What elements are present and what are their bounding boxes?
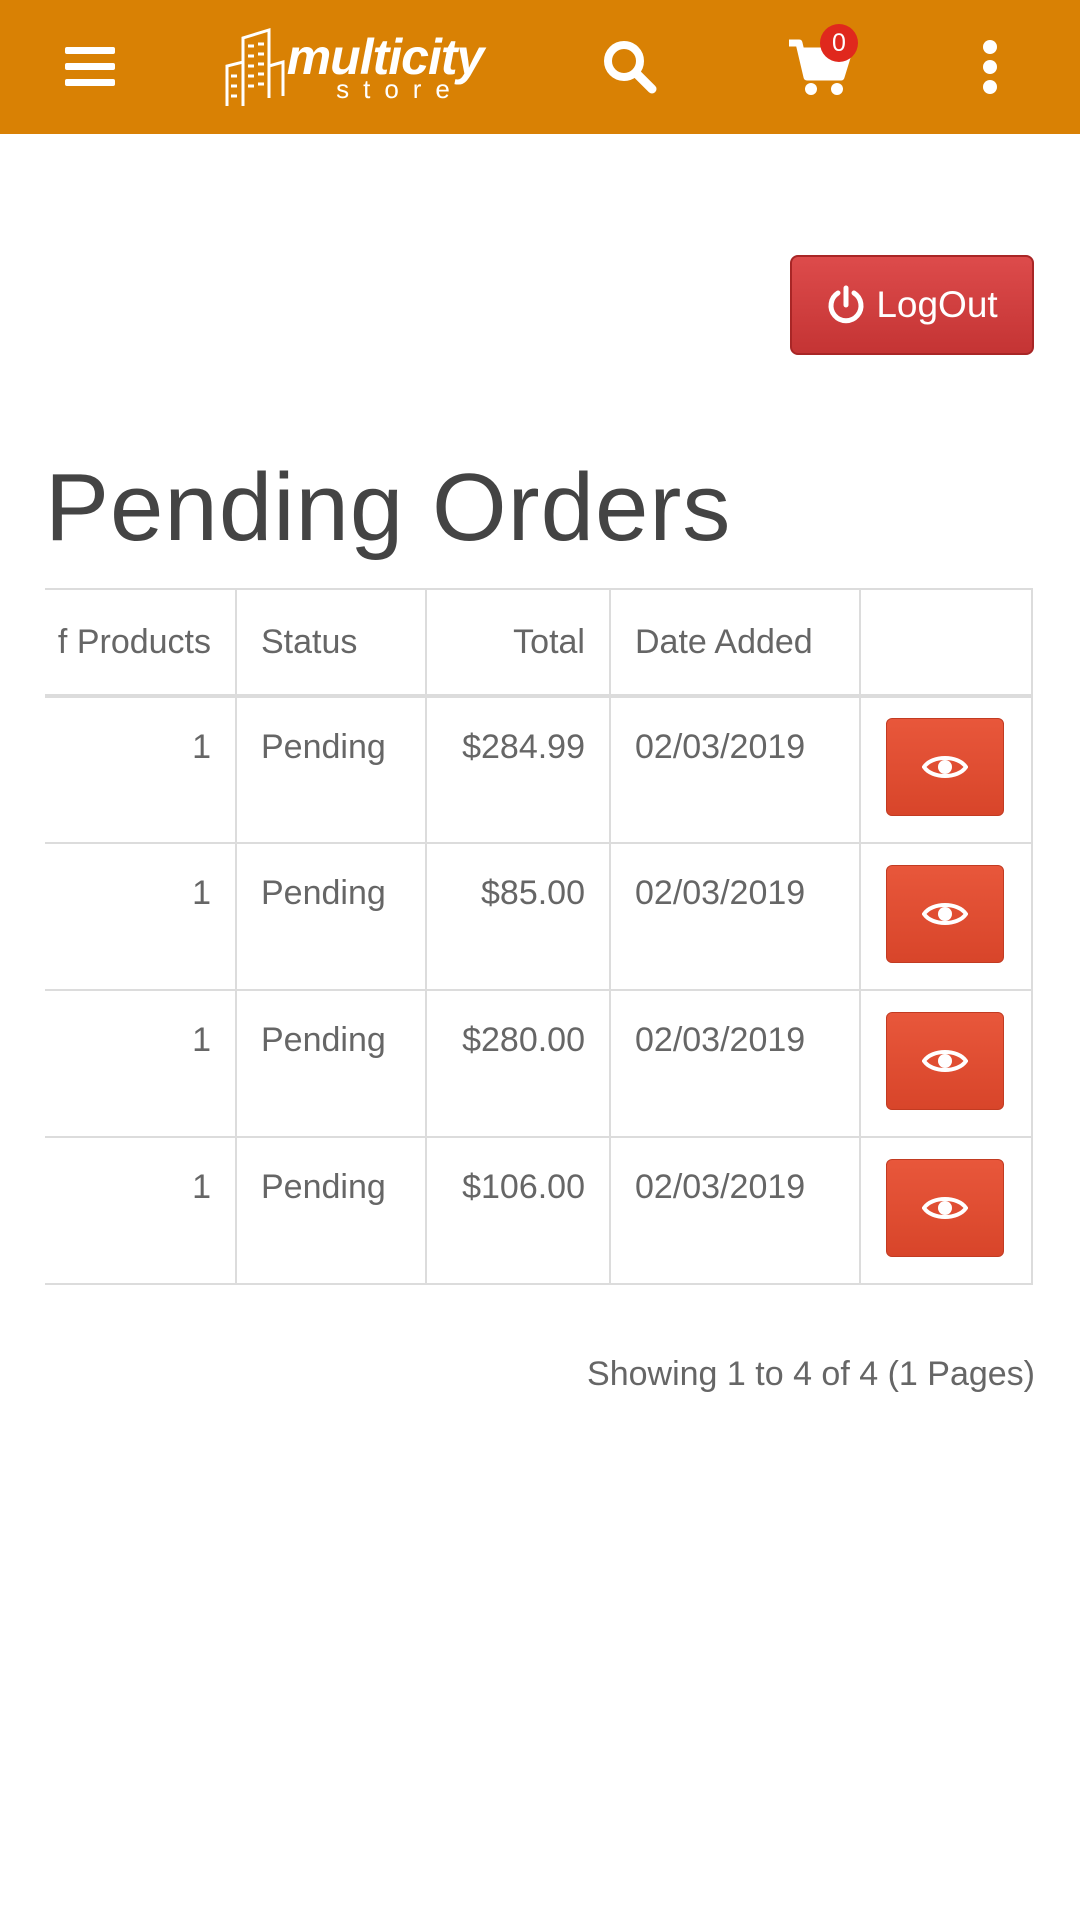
cell-products: 1 — [45, 842, 237, 991]
view-order-button[interactable] — [886, 1158, 1004, 1257]
view-order-button[interactable] — [886, 1011, 1004, 1110]
cell-actions — [859, 695, 1033, 844]
column-header-date-added: Date Added — [609, 588, 861, 698]
table-row: 1 Pending $106.00 02/03/2019 — [45, 1136, 1033, 1285]
cart-count-badge: 0 — [820, 24, 858, 62]
cell-status: Pending — [235, 695, 427, 844]
cart-button[interactable]: 0 — [774, 0, 864, 134]
column-header-total: Total — [425, 588, 611, 698]
view-order-button[interactable] — [886, 718, 1004, 816]
cell-date-added: 02/03/2019 — [609, 695, 861, 844]
top-app-bar: multicity store 0 — [0, 0, 1080, 134]
pagination-summary: Showing 1 to 4 of 4 (1 Pages) — [587, 1355, 1035, 1393]
column-header-actions — [859, 588, 1033, 698]
cell-actions — [859, 989, 1033, 1138]
power-icon — [828, 285, 864, 324]
eye-icon — [922, 1196, 968, 1219]
menu-button[interactable] — [60, 0, 120, 134]
more-options-button[interactable] — [970, 0, 1010, 134]
cell-products: 1 — [45, 1136, 237, 1285]
cell-date-added: 02/03/2019 — [609, 842, 861, 991]
store-logo[interactable]: multicity store — [212, 0, 492, 134]
eye-icon — [922, 902, 968, 925]
cell-products: 1 — [45, 989, 237, 1138]
eye-icon — [922, 1049, 968, 1072]
menu-icon — [65, 47, 115, 87]
building-logo-icon — [225, 27, 285, 106]
cell-actions — [859, 842, 1033, 991]
table-row: 1 Pending $85.00 02/03/2019 — [45, 842, 1033, 991]
table-header-row: f Products Status Total Date Added — [45, 588, 1033, 698]
table-row: 1 Pending $284.99 02/03/2019 — [45, 695, 1033, 844]
cell-actions — [859, 1136, 1033, 1285]
logout-label: LogOut — [876, 284, 998, 325]
column-header-products: f Products — [45, 588, 237, 698]
orders-table: f Products Status Total Date Added 1 Pen… — [45, 588, 1033, 1285]
cell-date-added: 02/03/2019 — [609, 989, 861, 1138]
logo-subtitle: store — [336, 74, 464, 104]
logo-wordmark: multicity — [286, 29, 485, 85]
table-row: 1 Pending $280.00 02/03/2019 — [45, 989, 1033, 1138]
cell-total: $106.00 — [425, 1136, 611, 1285]
more-vertical-icon — [983, 40, 997, 94]
cell-total: $280.00 — [425, 989, 611, 1138]
search-icon — [604, 41, 657, 94]
logout-button[interactable]: LogOut — [790, 255, 1034, 355]
cell-status: Pending — [235, 989, 427, 1138]
orders-table-container[interactable]: f Products Status Total Date Added 1 Pen… — [45, 588, 1035, 1300]
cell-status: Pending — [235, 1136, 427, 1285]
cell-total: $284.99 — [425, 695, 611, 844]
cell-total: $85.00 — [425, 842, 611, 991]
eye-icon — [922, 756, 968, 778]
page-title: Pending Orders — [45, 454, 732, 561]
cell-status: Pending — [235, 842, 427, 991]
column-header-status: Status — [235, 588, 427, 698]
view-order-button[interactable] — [886, 864, 1004, 963]
search-button[interactable] — [598, 0, 662, 134]
cell-products: 1 — [45, 695, 237, 844]
cell-date-added: 02/03/2019 — [609, 1136, 861, 1285]
